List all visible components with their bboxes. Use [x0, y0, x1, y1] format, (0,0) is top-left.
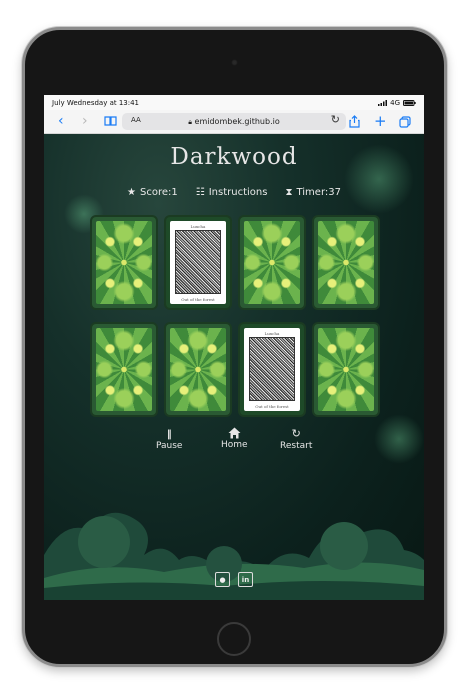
back-icon[interactable]: ‹: [58, 113, 64, 129]
reload-icon[interactable]: ↻: [331, 113, 340, 126]
pause-label: Pause: [156, 441, 183, 451]
card[interactable]: [314, 217, 378, 308]
instructions-label: Instructions: [208, 187, 268, 198]
card-label: Luxcha: [190, 224, 206, 229]
star-icon: ★: [127, 187, 136, 198]
instructions-button[interactable]: ☷ Instructions: [196, 187, 268, 198]
card-back: [244, 221, 300, 304]
timer-display: ⧗ Timer:37: [285, 187, 341, 198]
bookmarks-icon[interactable]: [104, 116, 117, 126]
game-area: Darkwood ★ Score:1 ☷ Instructions ⧗ Time…: [44, 134, 424, 600]
restart-icon: ↻: [291, 427, 301, 440]
card[interactable]: Luxcha Out of the forest: [166, 217, 230, 308]
card[interactable]: [92, 324, 156, 415]
score-text: Score:1: [139, 187, 178, 198]
card-illustration: [175, 230, 221, 294]
status-indicators: 4G: [378, 99, 416, 107]
restart-button[interactable]: ↻ Restart: [280, 427, 312, 451]
home-button[interactable]: Home: [221, 427, 248, 450]
restart-label: Restart: [280, 441, 313, 451]
scroll-icon: ☷: [195, 187, 205, 198]
lock-icon: 🔒︎: [188, 118, 192, 126]
card[interactable]: [92, 217, 156, 308]
card-back: [318, 328, 374, 411]
address-bar[interactable]: AA 🔒︎ emidombek.github.io ↻: [122, 113, 346, 130]
browser-toolbar: ‹ › AA 🔒︎ emidombek.github.io ↻ +: [44, 110, 424, 134]
url-display[interactable]: 🔒︎ emidombek.github.io: [122, 117, 346, 127]
forward-icon[interactable]: ›: [82, 113, 88, 129]
timer-text: Timer:37: [296, 187, 341, 198]
score-display: ★ Score:1: [127, 187, 178, 198]
linkedin-icon[interactable]: in: [238, 572, 253, 587]
card-back: [170, 328, 226, 411]
network-label: 4G: [390, 98, 400, 107]
signal-icon: [378, 99, 388, 106]
battery-icon: [403, 99, 416, 106]
home-hardware-button[interactable]: [217, 622, 251, 656]
card-back: [96, 328, 152, 411]
card-back: [318, 221, 374, 304]
background-glow: [374, 414, 424, 464]
status-datetime: July Wednesday at 13:41: [52, 98, 139, 107]
tablet-screen: July Wednesday at 13:41 4G ‹ › AA 🔒︎ emi…: [44, 95, 424, 600]
game-title: Darkwood: [170, 144, 298, 170]
card[interactable]: [166, 324, 230, 415]
card-label: Luxcha: [264, 331, 280, 336]
url-text: emidombek.github.io: [194, 117, 280, 126]
new-tab-icon[interactable]: +: [374, 113, 387, 129]
hourglass-icon: ⧗: [285, 187, 293, 198]
hud-bar: ★ Score:1 ☷ Instructions ⧗ Timer:37: [44, 187, 424, 198]
card-back: [96, 221, 152, 304]
card-face: Luxcha Out of the forest: [244, 328, 300, 411]
status-bar: July Wednesday at 13:41 4G: [44, 95, 424, 110]
card-caption: Out of the forest: [181, 297, 215, 302]
card[interactable]: [314, 324, 378, 415]
share-icon[interactable]: [349, 115, 360, 128]
front-camera: [231, 59, 238, 66]
tabs-icon[interactable]: [399, 116, 411, 128]
card[interactable]: [240, 217, 304, 308]
github-icon[interactable]: ●: [215, 572, 230, 587]
card-face: Luxcha Out of the forest: [170, 221, 226, 304]
card[interactable]: Luxcha Out of the forest: [240, 324, 304, 415]
card-illustration: [249, 337, 295, 401]
card-caption: Out of the forest: [255, 404, 289, 409]
social-links: ● in: [44, 572, 424, 587]
home-icon: [228, 427, 241, 439]
home-label: Home: [221, 440, 248, 450]
pause-button[interactable]: ‖ Pause: [156, 429, 182, 451]
pause-icon: ‖: [166, 429, 172, 440]
